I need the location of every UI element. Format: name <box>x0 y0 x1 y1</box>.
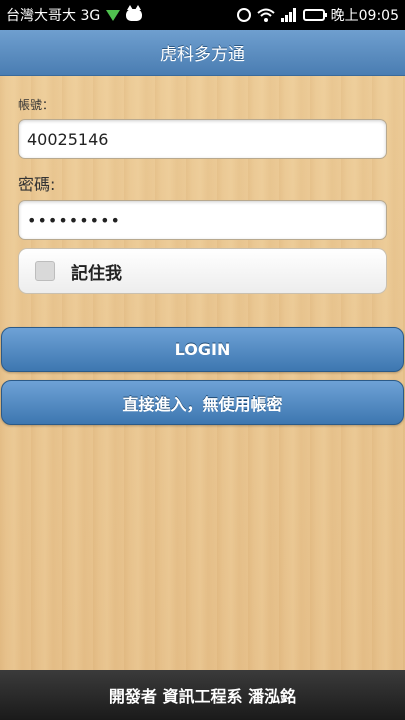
cat-icon <box>126 5 143 21</box>
remember-me-toggle[interactable]: 記住我 <box>18 248 387 294</box>
status-left: 台灣大哥大 3G <box>6 5 143 25</box>
remember-checkbox[interactable] <box>35 261 55 281</box>
wifi-icon <box>256 8 275 22</box>
page-title: 虎科多方通 <box>160 45 245 65</box>
app-header: 虎科多方通 <box>0 30 405 76</box>
login-form: 帳號： 40025146 密碼: ••••••••• 記住我 LOGIN 直接進… <box>0 76 405 670</box>
clock-label: 晚上09:05 <box>330 8 399 24</box>
password-input[interactable]: ••••••••• <box>18 200 387 240</box>
footer-text: 開發者 資訊工程系 潘泓銘 <box>108 687 297 706</box>
alarm-icon <box>236 8 251 22</box>
remember-label: 記住我 <box>71 263 122 284</box>
network-arrow-icon <box>106 9 121 21</box>
account-input[interactable]: 40025146 <box>18 119 387 159</box>
login-button[interactable]: LOGIN <box>1 327 404 372</box>
password-label: 密碼: <box>18 175 56 194</box>
status-right: 晚上09:05 <box>236 5 399 25</box>
signal-icon <box>280 8 297 22</box>
developer-footer: 開發者 資訊工程系 潘泓銘 <box>0 670 405 720</box>
battery-icon <box>302 9 327 21</box>
account-label: 帳號： <box>18 98 55 112</box>
direct-enter-button[interactable]: 直接進入，無使用帳密 <box>1 380 404 425</box>
status-bar: 台灣大哥大 3G 晚上09:05 <box>0 0 405 30</box>
carrier-label: 台灣大哥大 3G <box>6 8 101 24</box>
